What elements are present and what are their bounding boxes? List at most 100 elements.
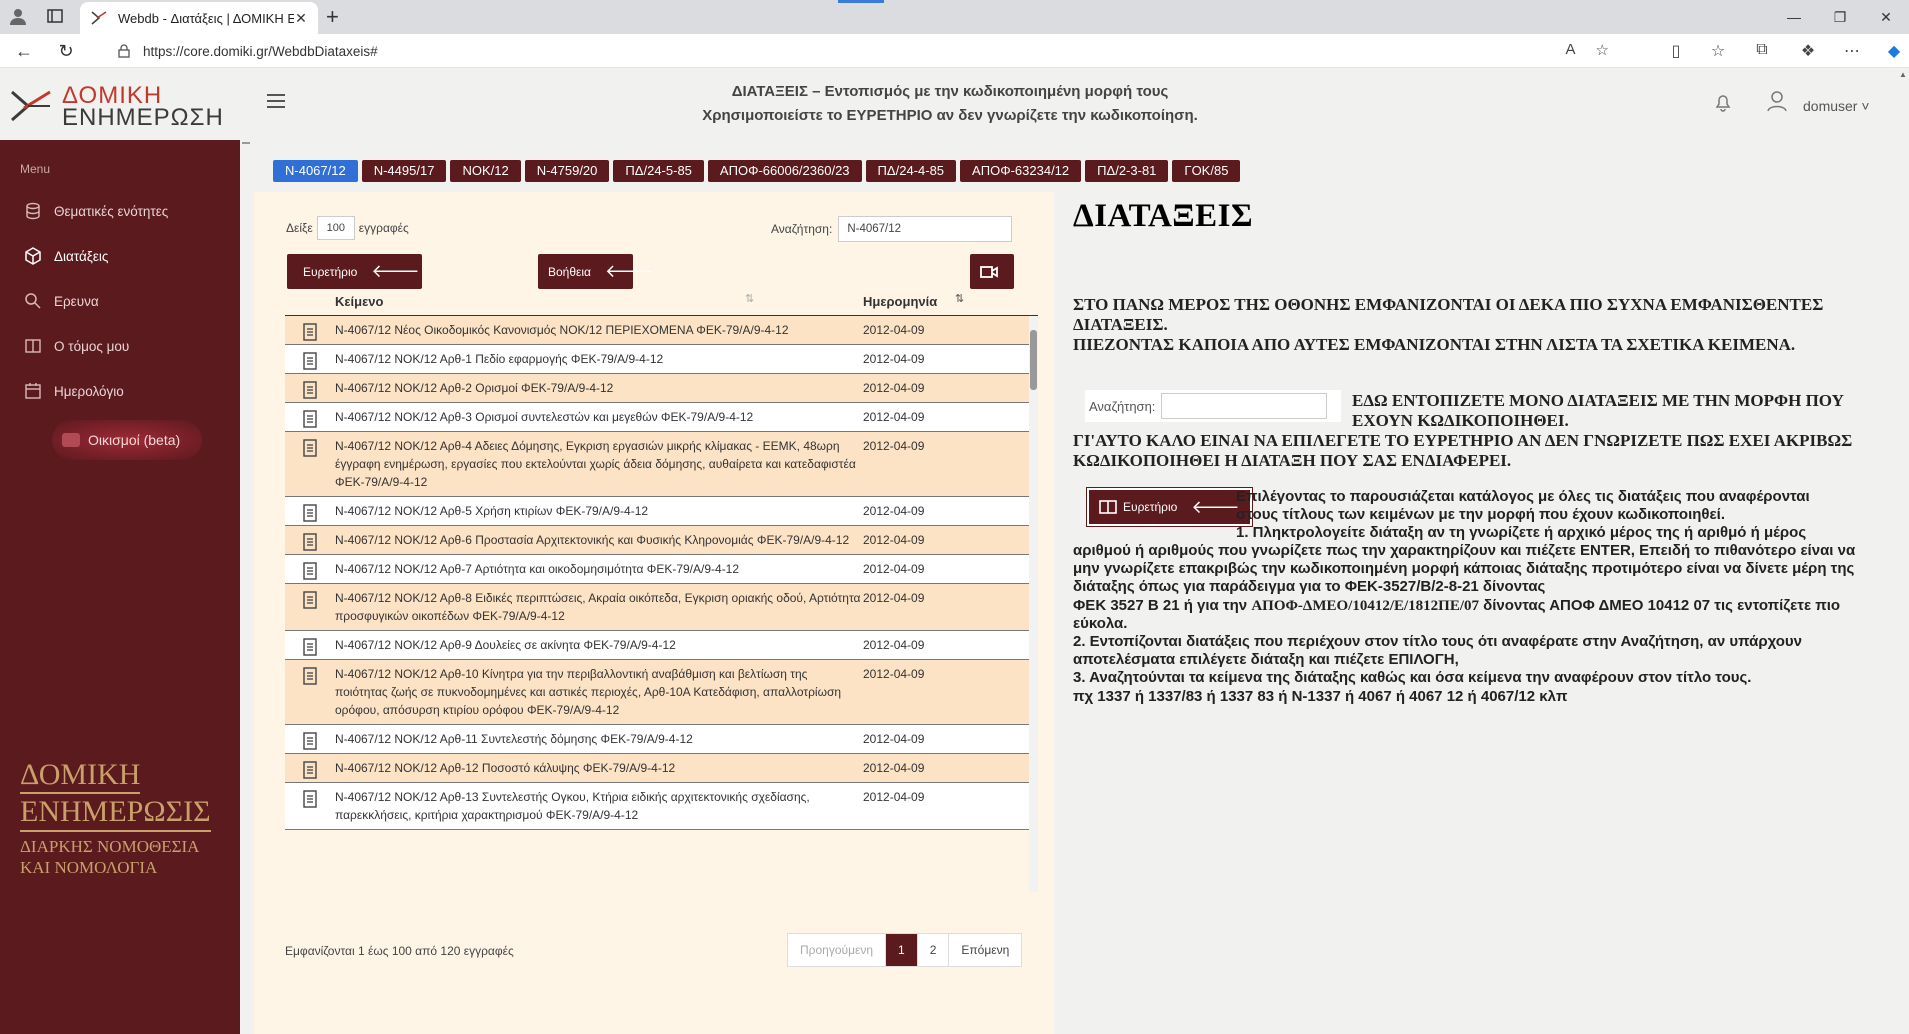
table-row[interactable]: Ν-4067/12 ΝΟΚ/12 Αρθ-2 Ορισμοί ΦΕΚ-79/Α/… [285,374,1038,403]
bell-icon[interactable] [1714,92,1732,112]
user-menu[interactable]: domuser ˅ [1803,98,1870,114]
row-date: 2012-04-09 [863,381,925,395]
tag-button[interactable]: ΠΔ/2-3-81 [1085,160,1169,182]
help-search-input[interactable] [1161,393,1328,419]
tag-button[interactable]: ΝΟΚ/12 [450,160,521,182]
sort-icon[interactable]: ⇅ [745,292,754,305]
table-row[interactable]: Ν-4067/12 ΝΟΚ/12 Αρθ-7 Αρτιότητα και οικ… [285,555,1038,584]
tag-button[interactable]: Ν-4067/12 [273,160,358,182]
sidebar-item-thematic-units[interactable]: Θεματικές ενότητες [24,202,168,220]
tag-button[interactable]: ΠΔ/24-5-85 [613,160,704,182]
table-row[interactable]: Ν-4067/12 ΝΟΚ/12 Αρθ-13 Συντελεστής Ογκο… [285,783,1038,830]
close-window-icon[interactable]: ✕ [1863,0,1909,34]
next-page-button[interactable]: Επόμενη [949,934,1021,966]
sort-icon[interactable]: ⇅ [955,292,964,305]
tag-button[interactable]: ΠΔ/24-4-85 [865,160,957,182]
restore-icon[interactable]: ❐ [1817,0,1863,34]
index-button-label: Ευρετήριο [303,264,358,279]
show-label: Δείξε [286,221,313,235]
app-header: ΔΟΜΙΚΗ ΕΝΗΜΕΡΩΣΗ ΔΙΑΤΑΞΕΙΣ – Εντοπισμός … [0,68,1909,140]
url-field[interactable]: https://core.domiki.gr/WebdbDiataxeis# A… [107,37,1617,65]
split-screen-icon[interactable]: ▯ [1666,41,1686,61]
page-1-button[interactable]: 1 [886,934,918,966]
index-button[interactable]: Ευρετήριο 🡐 [287,254,422,289]
help-index-button[interactable]: Ευρετήριο 🡐 [1087,488,1252,526]
table-row[interactable]: Ν-4067/12 ΝΟΚ/12 Αρθ-4 Αδειες Δόμησης, Ε… [285,432,1038,497]
collections-icon[interactable]: ⧉ [1752,41,1772,59]
row-text: Ν-4067/12 ΝΟΚ/12 Αρθ-7 Αρτιότητα και οικ… [335,562,740,576]
table-row[interactable]: Ν-4067/12 ΝΟΚ/12 Αρθ-5 Χρήση κτιρίων ΦΕΚ… [285,497,1038,526]
search-input[interactable]: Ν-4067/12 [838,216,1013,242]
sidebar-item-calendar[interactable]: Ημερολόγιο [24,382,124,400]
help-paragraph-1: ΣΤΟ ΠΑΝΩ ΜΕΡΟΣ ΤΗΣ ΟΘΟΝΗΣ ΕΜΦΑΝΙΖΟΝΤΑΙ Ο… [1073,295,1824,334]
page-title-line2: Χρησιμοποιείστε το ΕΥΡΕΤΗΡΙΟ αν δεν γνωρ… [702,107,1198,124]
brand-line2: ΕΝΗΜΕΡΩΣΙΣ [20,794,211,832]
table-row[interactable]: Ν-4067/12 ΝΟΚ/12 Αρθ-11 Συντελεστής δόμη… [285,725,1038,754]
copilot-icon[interactable]: ◆ [1884,41,1904,61]
page-length-select[interactable]: 100 [316,216,355,240]
scrollbar-thumb[interactable] [1030,330,1037,390]
table-body: Ν-4067/12 Νέος Οικοδομικός Κανονισμός ΝΟ… [285,316,1038,892]
sidebar-item-settlements-beta[interactable]: Οικισμοί (beta) [52,420,202,460]
pagination: Προηγούμενη 1 2 Επόμενη [787,933,1023,967]
document-icon [285,725,335,753]
row-text: Ν-4067/12 ΝΟΚ/12 Αρθ-9 Δουλείες σε ακίνη… [335,638,676,652]
tab-actions-icon[interactable] [46,7,64,25]
settlements-icon [62,433,80,447]
help-button[interactable]: Βοήθεια 🡐 [538,254,653,289]
book-icon [25,339,41,353]
read-aloud-icon[interactable]: A [1566,41,1576,59]
scroll-up-icon[interactable]: ▲ [1899,70,1907,79]
loading-indicator [838,0,884,3]
table-row[interactable]: Ν-4067/12 ΝΟΚ/12 Αρθ-8 Ειδικές περιπτώσε… [285,584,1038,631]
more-menu-icon[interactable]: ⋯ [1842,41,1862,61]
page-title: ΔΙΑΤΑΞΕΙΣ – Εντοπισμός με την κωδικοποιη… [600,80,1300,128]
table-row[interactable]: Ν-4067/12 ΝΟΚ/12 Αρθ-3 Ορισμοί συντελεστ… [285,403,1038,432]
row-text: Ν-4067/12 ΝΟΚ/12 Αρθ-11 Συντελεστής δόμη… [335,732,693,746]
previous-page-button[interactable]: Προηγούμενη [788,934,887,966]
username: domuser [1803,98,1858,114]
page-2-button[interactable]: 2 [918,934,950,966]
extensions-icon[interactable]: ❖ [1798,41,1818,61]
row-text: Ν-4067/12 ΝΟΚ/12 Αρθ-12 Ποσοστό κάλυψης … [335,761,676,775]
table-row[interactable]: Ν-4067/12 ΝΟΚ/12 Αρθ-6 Προστασία Αρχιτεκ… [285,526,1038,555]
row-date: 2012-04-09 [863,410,925,424]
tag-button[interactable]: ΑΠΟΦ-66006/2360/23 [707,160,862,182]
sidebar-item-my-volume[interactable]: Ο τόμος μου [24,337,129,355]
new-tab-icon[interactable]: + [326,4,339,30]
table-row[interactable]: Ν-4067/12 Νέος Οικοδομικός Κανονισμός ΝΟ… [285,316,1038,345]
favorite-star-icon[interactable]: ☆ [1596,41,1609,59]
minimize-icon[interactable]: — [1771,0,1817,34]
lock-icon[interactable] [117,44,131,58]
sidebar-item-research[interactable]: Ερευνα [24,292,99,310]
row-date: 2012-04-09 [863,439,925,453]
logo[interactable]: ΔΟΜΙΚΗ ΕΝΗΜΕΡΩΣΗ [10,82,230,131]
hamburger-menu-icon[interactable] [267,94,285,108]
page-scrollbar[interactable]: ▲ [1897,68,1909,1034]
tag-button[interactable]: Ν-4495/17 [361,160,447,182]
tag-button[interactable]: ΓΟΚ/85 [1172,160,1241,182]
column-header-date[interactable]: Ημερομηνία [863,294,937,309]
close-tab-icon[interactable]: ✕ [294,11,308,25]
favorites-icon[interactable]: ☆ [1708,41,1728,61]
tag-button[interactable]: Ν-4759/20 [524,160,610,182]
table-scrollbar[interactable] [1029,316,1038,892]
row-date: 2012-04-09 [863,504,925,518]
table-row[interactable]: Ν-4067/12 ΝΟΚ/12 Αρθ-9 Δουλείες σε ακίνη… [285,631,1038,660]
profile-icon[interactable] [8,6,28,26]
back-icon[interactable]: ← [14,41,34,61]
table-row[interactable]: Ν-4067/12 ΝΟΚ/12 Αρθ-12 Ποσοστό κάλυψης … [285,754,1038,783]
video-button[interactable] [970,254,1014,289]
browser-tab[interactable]: Webdb - Διατάξεις | ΔΟΜΙΚΗ ΕΝ ✕ [80,2,318,34]
logo-line2: ΕΝΗΜΕΡΩΣΗ [62,104,224,131]
arrow-left-icon: 🡐 [371,261,420,281]
column-header-text[interactable]: Κείμενο [335,294,383,309]
tag-button[interactable]: ΑΠΟΦ-63234/12 [960,160,1082,182]
row-text: Ν-4067/12 ΝΟΚ/12 Αρθ-1 Πεδίο εφαρμογής Φ… [335,352,664,366]
user-icon[interactable] [1767,90,1787,112]
table-row[interactable]: Ν-4067/12 ΝΟΚ/12 Αρθ-1 Πεδίο εφαρμογής Φ… [285,345,1038,374]
sidebar-item-diataxeis[interactable]: Διατάξεις [24,247,108,265]
reload-icon[interactable]: ↻ [56,41,76,61]
table-row[interactable]: Ν-4067/12 ΝΟΚ/12 Αρθ-10 Κίνητρα για την … [285,660,1038,725]
help-paragraph-10: πχ 1337 ή 1337/83 ή 1337 83 ή Ν-1337 ή 4… [1073,688,1568,705]
